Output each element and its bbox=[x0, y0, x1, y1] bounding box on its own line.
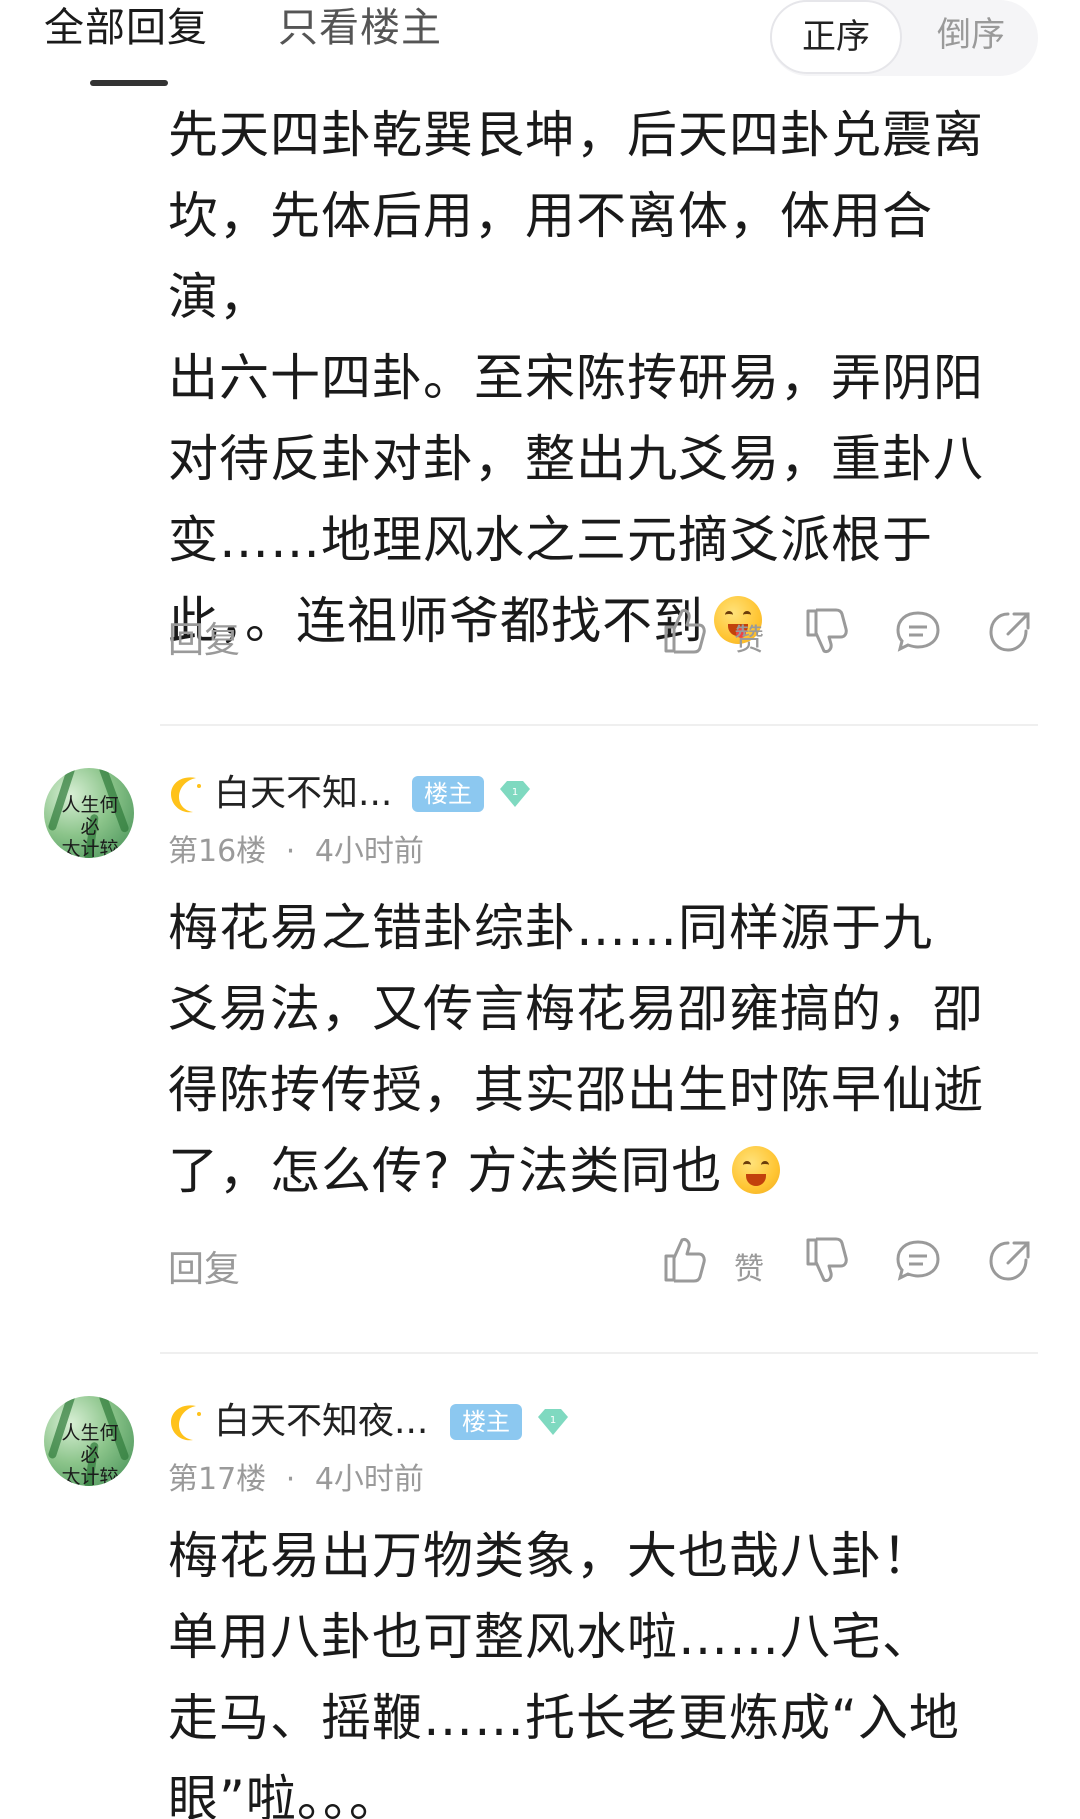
thumb-up-icon[interactable] bbox=[662, 1234, 706, 1294]
share-icon[interactable] bbox=[986, 1234, 1034, 1294]
reply-button[interactable]: 回复 bbox=[168, 611, 240, 663]
level-number: 1 bbox=[550, 1415, 556, 1426]
like-label[interactable]: 赞 bbox=[734, 1244, 764, 1304]
comment-body: 先天四卦乾巽艮坤，后天四卦兑震离 坎，先体后用，用不离体，体用合演， 出六十四卦… bbox=[168, 95, 1028, 662]
comment-line: 单用八卦也可整风水啦……八宅、 bbox=[168, 1608, 933, 1666]
comment-body: 梅花易之错卦综卦……同样源于九 爻易法，又传言梅花易卲雍搞的，卲 得陈抟传授，其… bbox=[168, 888, 1028, 1212]
avatar[interactable]: 人生何必 太计较 bbox=[44, 1396, 134, 1486]
comment-line: 梅花易出万物类象，大也哉八卦！ bbox=[168, 1527, 933, 1585]
like-label[interactable]: 赞 bbox=[734, 615, 764, 675]
comment-line: 梅花易之错卦综卦……同样源于九 bbox=[168, 899, 933, 957]
sort-toggle: 正序 倒序 bbox=[770, 0, 1038, 76]
comment-line: 变……地理风水之三元摘爻派根于 bbox=[168, 511, 933, 569]
post-divider bbox=[160, 724, 1038, 726]
post-divider bbox=[160, 1352, 1038, 1354]
avatar-calligraphy: 人生何必 太计较 bbox=[61, 794, 119, 858]
post-meta: 第17楼 · 4小时前 bbox=[168, 1454, 424, 1498]
comment-icon[interactable] bbox=[894, 605, 942, 665]
comment-line: 爻易法，又传言梅花易卲雍搞的，卲 bbox=[168, 980, 984, 1038]
sort-desc-button[interactable]: 倒序 bbox=[908, 0, 1034, 74]
comment-line: 得陈抟传授，其实邵出生时陈早仙逝 bbox=[168, 1061, 984, 1119]
active-tab-indicator bbox=[90, 80, 168, 86]
post-author-row: 白天不知夜... 楼主 1 bbox=[168, 1398, 608, 1448]
tab-all-replies[interactable]: 全部回复 bbox=[44, 0, 208, 60]
thumb-up-icon[interactable] bbox=[662, 605, 706, 665]
post-time: 4小时前 bbox=[314, 1462, 424, 1497]
diamond-icon: 1 bbox=[538, 1409, 568, 1435]
post-meta: 第16楼 · 4小时前 bbox=[168, 826, 424, 870]
diamond-icon: 1 bbox=[500, 781, 530, 807]
moon-icon bbox=[171, 777, 201, 813]
comment-line-text: 了，怎么传? 方法类同也 bbox=[168, 1142, 723, 1200]
owner-badge: 楼主 bbox=[450, 1404, 522, 1440]
comment-body: 梅花易出万物类象，大也哉八卦！ 单用八卦也可整风水啦……八宅、 走马、摇鞭……托… bbox=[168, 1516, 1028, 1819]
comment-icon[interactable] bbox=[894, 1234, 942, 1294]
comment-line: 眼”啦。。。 bbox=[168, 1770, 400, 1819]
sort-asc-button[interactable]: 正序 bbox=[770, 0, 902, 74]
thumb-down-icon[interactable] bbox=[804, 1234, 848, 1294]
comment-line: 对待反卦对卦，整出九爻易，重卦八 bbox=[168, 430, 984, 488]
share-icon[interactable] bbox=[986, 605, 1034, 665]
post-reply-page: 全部回复 只看楼主 正序 倒序 先天四卦乾巽艮坤，后天四卦兑震离 坎，先体后用，… bbox=[0, 0, 1080, 1819]
comment-actions: 回复 赞 bbox=[168, 605, 1038, 665]
floor-number: 第17楼 bbox=[168, 1462, 267, 1497]
comment-line: 坎，先体后用，用不离体，体用合演， bbox=[168, 187, 933, 326]
comment-line: 了，怎么传? 方法类同也 bbox=[168, 1131, 1028, 1212]
comment-line: 走马、摇鞭……托长老更炼成“入地 bbox=[168, 1689, 960, 1747]
owner-badge: 楼主 bbox=[412, 776, 484, 812]
reply-button[interactable]: 回复 bbox=[168, 1240, 240, 1292]
comment-actions: 回复 赞 bbox=[168, 1234, 1038, 1294]
post-author-row: 白天不知... 楼主 1 bbox=[168, 770, 568, 820]
tab-owner-only[interactable]: 只看楼主 bbox=[278, 0, 442, 60]
post-time: 4小时前 bbox=[314, 834, 424, 869]
avatar[interactable]: 人生何必 太计较 bbox=[44, 768, 134, 858]
floor-number: 第16楼 bbox=[168, 834, 267, 869]
moon-icon bbox=[171, 1405, 201, 1441]
level-number: 1 bbox=[512, 787, 518, 798]
comment-line: 出六十四卦。至宋陈抟研易，弄阴阳 bbox=[168, 349, 984, 407]
meta-separator: · bbox=[285, 1462, 296, 1497]
thumb-down-icon[interactable] bbox=[804, 605, 848, 665]
reply-tab-bar: 全部回复 只看楼主 正序 倒序 bbox=[0, 0, 1080, 88]
username[interactable]: 白天不知夜... bbox=[214, 1398, 428, 1446]
comment-line: 先天四卦乾巽艮坤，后天四卦兑震离 bbox=[168, 106, 984, 164]
avatar-calligraphy: 人生何必 太计较 bbox=[61, 1422, 119, 1486]
username[interactable]: 白天不知... bbox=[214, 770, 392, 818]
meta-separator: · bbox=[285, 834, 296, 869]
grin-face-emoji-icon bbox=[732, 1146, 781, 1194]
